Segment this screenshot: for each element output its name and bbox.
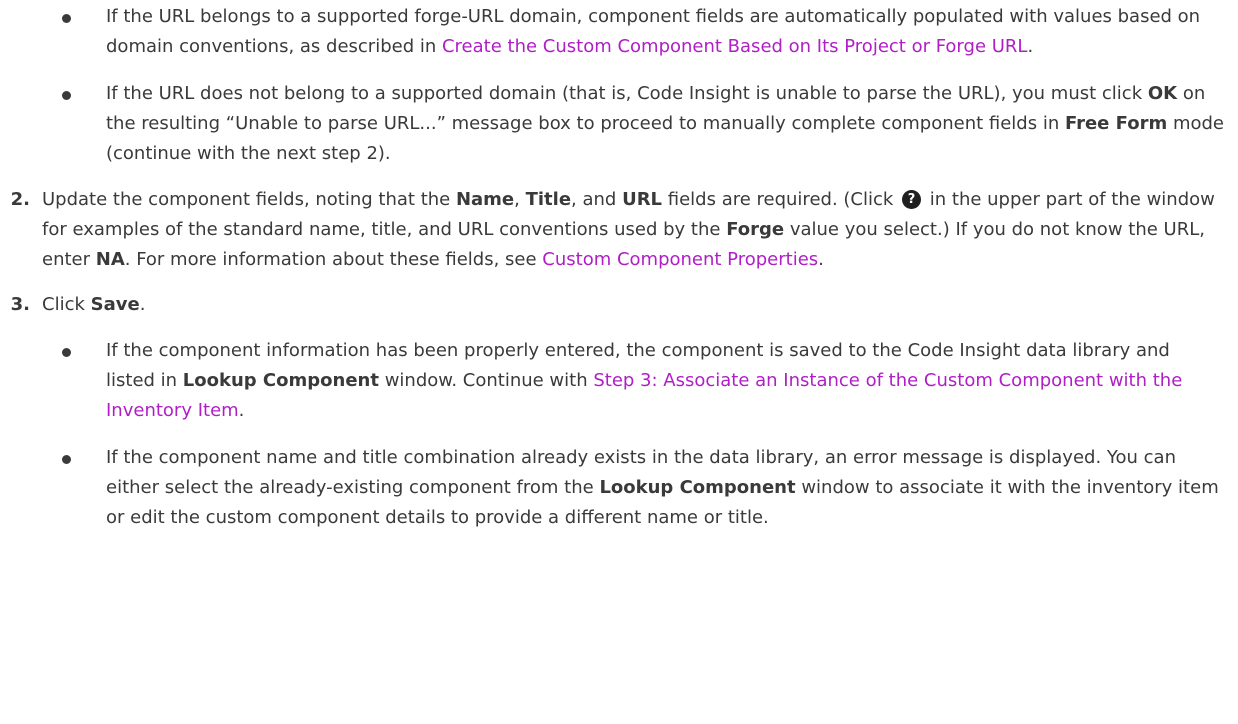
bullet-icon bbox=[62, 91, 71, 100]
step-2: 2. Update the component fields, noting th… bbox=[0, 185, 1238, 275]
bullet-icon bbox=[62, 348, 71, 357]
document-body: If the URL belongs to a supported forge-… bbox=[0, 0, 1238, 533]
step-3: 3. Click Save. bbox=[0, 290, 1238, 320]
list-item: If the URL does not belong to a supporte… bbox=[0, 79, 1238, 169]
custom-component-properties-link[interactable]: Custom Component Properties bbox=[542, 249, 818, 270]
list-item: If the component name and title combinat… bbox=[0, 443, 1238, 533]
step-number: 2. bbox=[10, 189, 30, 210]
help-icon: ? bbox=[902, 190, 922, 209]
create-custom-component-link[interactable]: Create the Custom Component Based on Its… bbox=[442, 36, 1027, 57]
list-item: If the component information has been pr… bbox=[0, 336, 1238, 426]
free-form-term: Free Form bbox=[1064, 113, 1168, 134]
list-item: If the URL belongs to a supported forge-… bbox=[0, 2, 1238, 62]
save-term: Save bbox=[90, 294, 140, 315]
bullet-icon bbox=[62, 455, 71, 464]
step-number: 3. bbox=[10, 294, 30, 315]
ok-term: OK bbox=[1147, 83, 1178, 104]
bullet-icon bbox=[62, 14, 71, 23]
